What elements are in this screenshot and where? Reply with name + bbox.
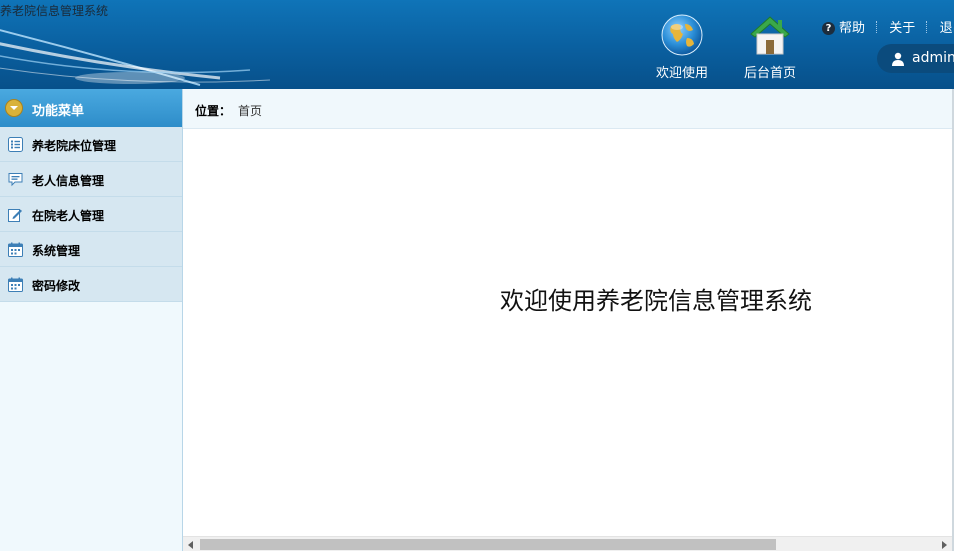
breadcrumb-label: 位置： bbox=[195, 104, 232, 118]
nav-home-button[interactable]: 后台首页 bbox=[730, 10, 810, 81]
help-link[interactable]: ? 帮助 bbox=[822, 17, 865, 36]
sidebar-item-bed-management[interactable]: 养老院床位管理 bbox=[0, 127, 182, 162]
sidebar-item-label: 密码修改 bbox=[32, 279, 81, 293]
sidebar-item-system-management[interactable]: 系统管理 bbox=[0, 232, 182, 267]
link-divider bbox=[876, 20, 878, 33]
help-label: 帮助 bbox=[839, 21, 866, 36]
house-icon bbox=[750, 16, 790, 55]
help-icon: ? bbox=[822, 22, 835, 35]
top-links: ? 帮助 关于 退出 bbox=[822, 17, 954, 36]
sidebar-item-resident-management[interactable]: 在院老人管理 bbox=[0, 197, 182, 232]
user-icon bbox=[892, 52, 904, 66]
edit-icon bbox=[8, 209, 22, 222]
sidebar-item-label: 老人信息管理 bbox=[32, 174, 105, 188]
sidebar: 功能菜单 养老院床位管理 老人信息管理 在院老人管理 系统管理 密码修改 bbox=[0, 89, 183, 551]
link-divider bbox=[926, 20, 928, 33]
globe-icon bbox=[661, 14, 703, 56]
nav-welcome-button[interactable]: 欢迎使用 bbox=[642, 10, 722, 81]
list-icon bbox=[8, 137, 23, 152]
username: admin bbox=[912, 50, 954, 66]
welcome-message: 欢迎使用养老院信息管理系统 bbox=[500, 287, 812, 315]
logout-link[interactable]: 退出 bbox=[940, 17, 954, 36]
horizontal-scrollbar[interactable] bbox=[183, 536, 952, 551]
nav-welcome-label: 欢迎使用 bbox=[655, 66, 708, 81]
user-badge[interactable]: admin bbox=[877, 44, 954, 73]
calendar-icon bbox=[8, 277, 23, 292]
scroll-left-icon[interactable] bbox=[188, 541, 193, 549]
banner-decoration bbox=[0, 29, 271, 86]
sidebar-item-password-change[interactable]: 密码修改 bbox=[0, 267, 182, 302]
breadcrumb-home-link[interactable]: 首页 bbox=[238, 102, 262, 119]
calendar-icon bbox=[8, 242, 23, 257]
sidebar-item-elder-info[interactable]: 老人信息管理 bbox=[0, 162, 182, 197]
menu-title: 功能菜单 bbox=[32, 104, 85, 119]
sidebar-item-label: 在院老人管理 bbox=[32, 209, 105, 223]
top-banner: 养老院信息管理系统 欢迎使用 后台首页 ? 帮助 关于 退 admin bbox=[0, 0, 954, 89]
breadcrumb: 位置： 首页 bbox=[183, 89, 954, 129]
app-window: 养老院信息管理系统 欢迎使用 后台首页 ? 帮助 关于 退 admin 功能菜单… bbox=[0, 0, 954, 551]
sidebar-item-label: 系统管理 bbox=[32, 244, 81, 258]
about-link[interactable]: 关于 bbox=[889, 17, 915, 36]
sidebar-item-label: 养老院床位管理 bbox=[32, 139, 117, 153]
scroll-right-icon[interactable] bbox=[942, 541, 947, 549]
nav-home-label: 后台首页 bbox=[743, 66, 796, 81]
main-content: 位置： 首页 欢迎使用养老院信息管理系统 bbox=[183, 89, 954, 551]
menu-header[interactable]: 功能菜单 bbox=[0, 89, 182, 127]
site-title: 养老院信息管理系统 bbox=[0, 4, 109, 18]
chevron-down-icon bbox=[5, 99, 23, 117]
scrollbar-thumb[interactable] bbox=[200, 539, 776, 550]
message-icon bbox=[8, 173, 23, 187]
